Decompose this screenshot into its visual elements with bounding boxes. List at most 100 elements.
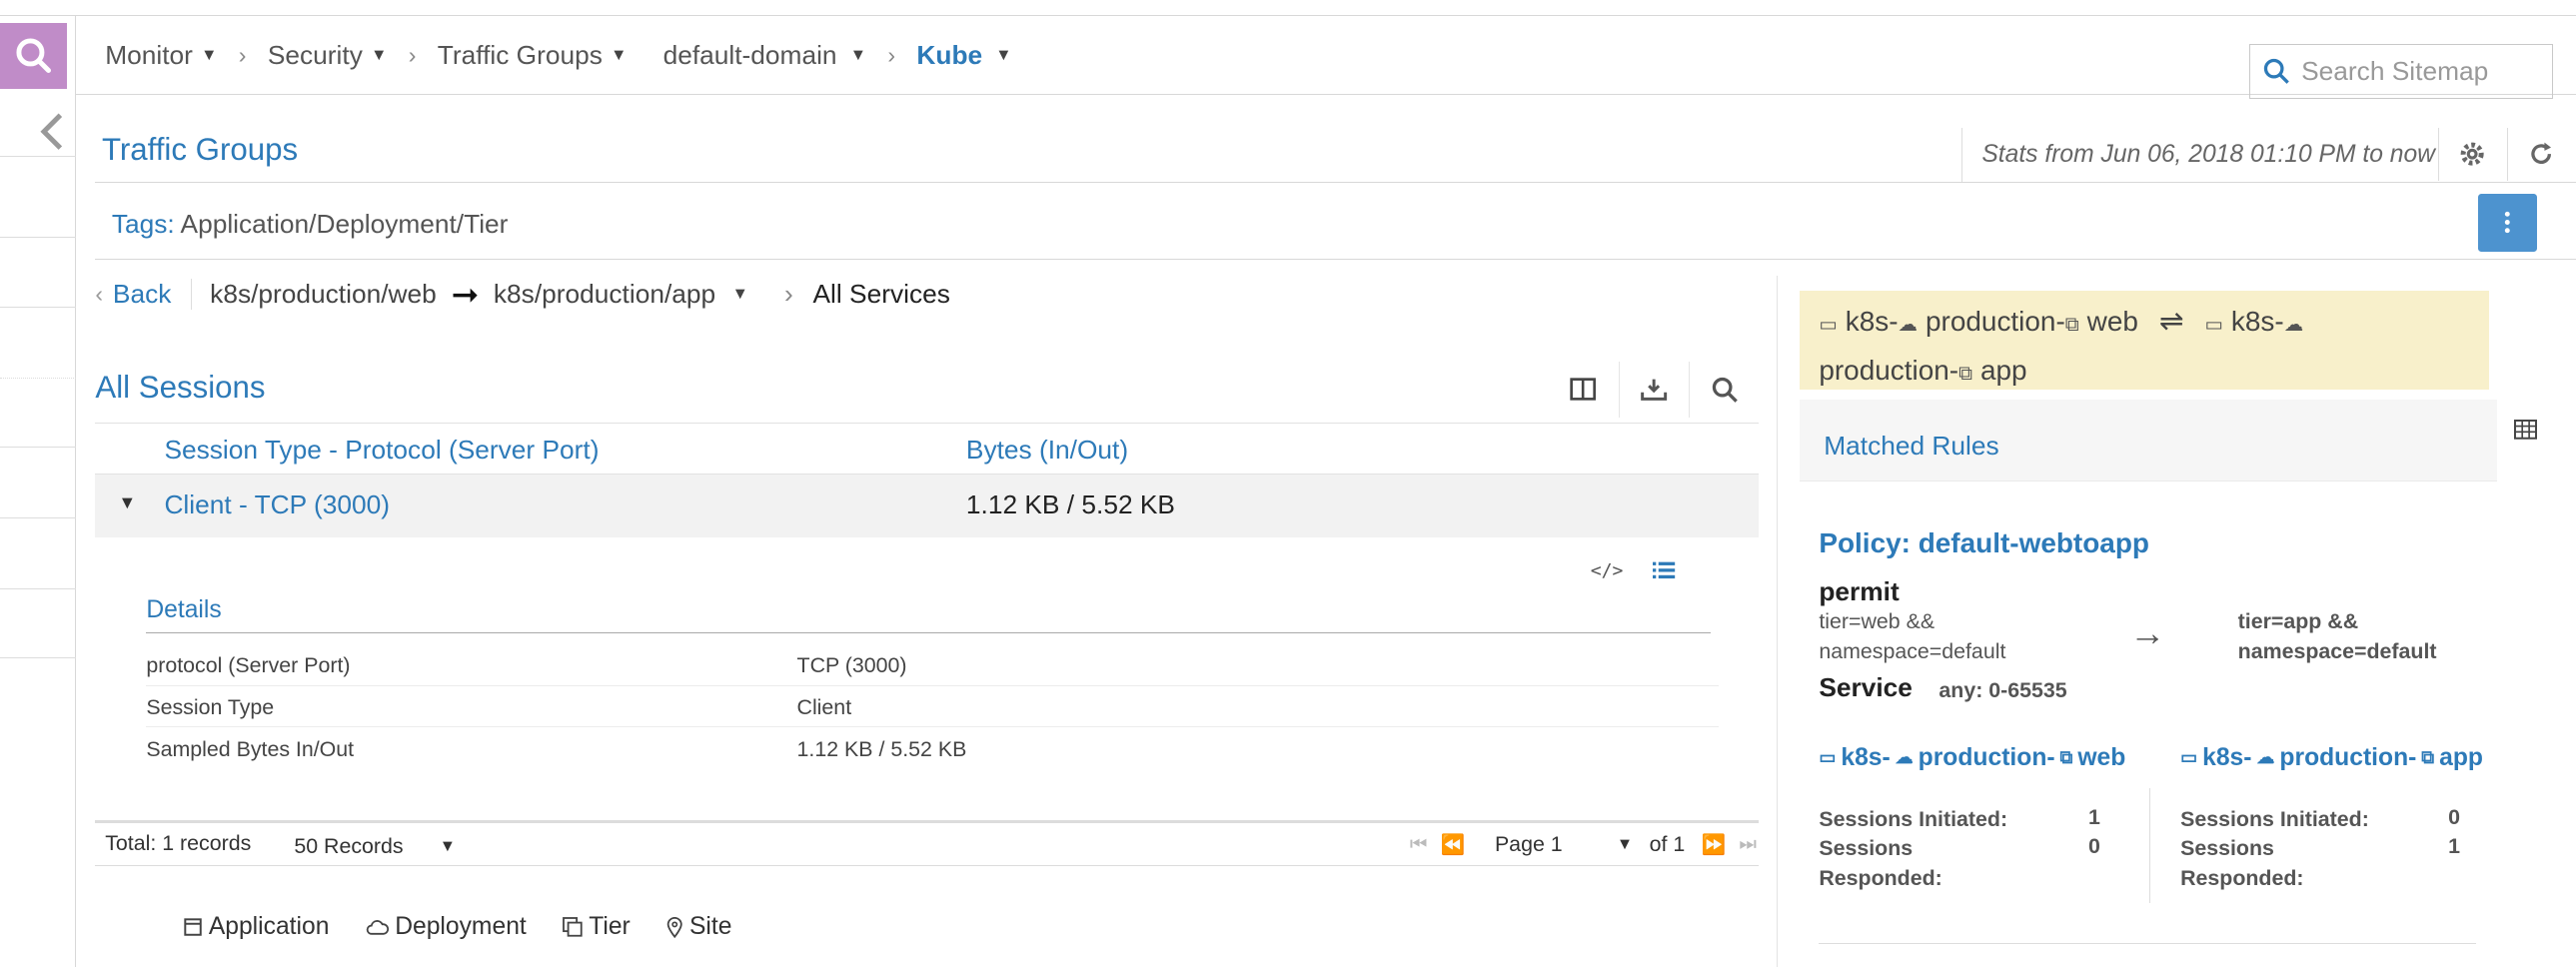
- first-page-icon[interactable]: ⏮: [1410, 833, 1428, 856]
- dest-condition: tier=app && namespace=default: [2238, 607, 2437, 666]
- tier-icon: ⧉: [2421, 747, 2435, 768]
- caret-down-icon[interactable]: ▼: [732, 285, 748, 304]
- sidebar-divider: [0, 236, 76, 238]
- detail-value: 1.12 KB / 5.52 KB: [796, 737, 967, 762]
- condition-line: tier=web &&: [1819, 609, 1935, 634]
- table-search-button[interactable]: [1689, 361, 1760, 418]
- breadcrumb-label: Monitor: [105, 39, 193, 70]
- legend-application: Application: [184, 913, 329, 941]
- last-page-icon[interactable]: ⏭: [1739, 833, 1757, 856]
- refresh-button[interactable]: [2507, 128, 2573, 181]
- arrow-right-icon: →: [2129, 612, 2166, 654]
- more-options-button[interactable]: [2477, 194, 2537, 252]
- detail-value: Client: [796, 694, 852, 719]
- endpoint-label: web: [2077, 743, 2126, 771]
- application-icon: [184, 918, 202, 936]
- prev-page-icon[interactable]: ⏪: [1441, 833, 1466, 857]
- breadcrumb-default-domain[interactable]: default-domain ▼: [663, 40, 866, 71]
- detail-row: protocol (Server Port) TCP (3000): [146, 645, 1720, 687]
- service-value: any: 0-65535: [1938, 678, 2067, 703]
- column-header-bytes[interactable]: Bytes (In/Out): [966, 435, 1128, 466]
- breadcrumb: Monitor ▼ › Security ▼ › Traffic Groups ▼ d…: [75, 16, 2576, 99]
- sidebar-divider: [0, 447, 76, 448]
- cloud-icon: ☁: [1895, 747, 1914, 768]
- legend-label: Tier: [589, 913, 631, 941]
- records-per-page-select[interactable]: 50 Records ▼: [294, 834, 456, 859]
- detail-row: Sampled Bytes In/Out 1.12 KB / 5.52 KB: [146, 729, 1719, 770]
- code-view-button[interactable]: </>: [1591, 560, 1624, 581]
- caret-down-icon: ▼: [849, 45, 866, 64]
- legend-label: Deployment: [395, 913, 527, 941]
- columns-icon: [1570, 378, 1597, 401]
- back-link[interactable]: ‹ Back: [95, 278, 193, 310]
- chevron-left-icon: ‹: [95, 280, 104, 307]
- label-line: Sessions: [1819, 836, 1914, 861]
- tags: Tags: Application/Deployment/Tier: [112, 209, 509, 240]
- endpoint-label: k8s-: [2202, 743, 2252, 771]
- list-view-icon[interactable]: [1653, 560, 1676, 580]
- download-button[interactable]: [1618, 361, 1690, 418]
- app-root: Monitor ▼ › Security ▼ › Traffic Groups ▼ d…: [0, 0, 2576, 967]
- breadcrumb-monitor[interactable]: Monitor ▼: [105, 40, 217, 71]
- tags-bar: Tags: Application/Deployment/Tier: [95, 184, 2576, 260]
- endpoint-label: app: [2439, 743, 2483, 771]
- condition-line: namespace=default: [1819, 639, 2006, 664]
- sidebar-divider: [0, 307, 76, 309]
- endpoint-web[interactable]: ▭ k8s- ☁ production- ⧉ web: [1819, 744, 2125, 772]
- stats-range[interactable]: Stats from Jun 06, 2018 01:10 PM to now: [1960, 128, 2435, 183]
- columns-button[interactable]: [1548, 362, 1619, 418]
- path-dest[interactable]: k8s/production/app: [494, 279, 715, 310]
- session-name[interactable]: Client - TCP (3000): [164, 489, 390, 520]
- breadcrumb-label: Traffic Groups: [437, 39, 603, 70]
- breadcrumb-kube[interactable]: Kube ▼: [916, 40, 1011, 71]
- legend-label: Site: [688, 913, 732, 941]
- sessions-toolbar: [1548, 361, 1760, 418]
- next-page-icon[interactable]: ⏩: [1702, 833, 1727, 857]
- conn-a-mid: production-: [1926, 306, 2065, 338]
- sessions-initiated-label: Sessions Initiated:: [2180, 806, 2369, 831]
- detail-key: Session Type: [146, 694, 275, 719]
- conn-b-prefix: k8s-: [2230, 306, 2284, 338]
- page-select[interactable]: Page 1: [1495, 832, 1563, 857]
- search-icon: [2264, 59, 2290, 85]
- gear-icon: [2460, 143, 2484, 167]
- total-records: Total: 1 records: [105, 830, 252, 855]
- breadcrumb-security[interactable]: Security ▼: [268, 40, 388, 71]
- tier-icon: [563, 917, 583, 938]
- refresh-icon: [2530, 143, 2551, 165]
- sitemap-search-input[interactable]: [2301, 56, 2532, 88]
- chevron-right-icon: ›: [784, 278, 793, 309]
- kebab-icon: [2504, 212, 2510, 234]
- bidirectional-arrow-icon: ⇌: [2158, 305, 2184, 339]
- policy-name[interactable]: Policy: default-webtoapp: [1819, 527, 2149, 559]
- sessions-initiated-label: Sessions Initiated:: [1819, 806, 2008, 831]
- caret-down-icon: ▼: [995, 45, 1012, 64]
- cloud-icon: ☁: [1898, 314, 1919, 337]
- matched-rules-header: Matched Rules: [1799, 399, 2498, 482]
- connection-header: ▭ k8s-☁ production-⧉ web ⇌ ▭ k8s-☁ produ…: [1799, 291, 2490, 390]
- page-header: Traffic Groups Stats from Jun 06, 2018 0…: [95, 115, 2576, 183]
- collapse-sidebar-icon[interactable]: [39, 112, 65, 158]
- breadcrumb-traffic-groups[interactable]: Traffic Groups ▼: [438, 40, 628, 71]
- page-count: of 1: [1649, 832, 1686, 857]
- settings-button[interactable]: [2438, 128, 2504, 181]
- caret-down-icon[interactable]: ▼: [1617, 835, 1633, 854]
- sessions-responded-label: Sessions Responded:: [2180, 834, 2303, 893]
- tier-icon: ⧉: [2064, 314, 2079, 337]
- panel-bottom-divider: [1819, 942, 2477, 944]
- global-search-button[interactable]: [0, 23, 68, 89]
- label-line: Sessions: [2180, 836, 2274, 861]
- expand-toggle-icon[interactable]: ▼: [118, 492, 136, 513]
- detail-row: Session Type Client: [146, 686, 1720, 728]
- legend-site: Site: [666, 913, 732, 941]
- table-view-button[interactable]: [2513, 416, 2537, 447]
- search-icon: [1712, 377, 1738, 403]
- endpoint-app[interactable]: ▭ k8s- ☁ production- ⧉ app: [2180, 744, 2483, 772]
- sidebar-divider: [0, 516, 76, 518]
- path-source[interactable]: k8s/production/web: [210, 279, 437, 310]
- column-header-session-type[interactable]: Session Type - Protocol (Server Port): [164, 435, 599, 466]
- table-row[interactable]: ▼ Client - TCP (3000) 1.12 KB / 5.52 KB: [95, 475, 1759, 537]
- session-bytes: 1.12 KB / 5.52 KB: [965, 489, 1175, 520]
- conn-b-mid: production-: [1819, 355, 1959, 387]
- cloud-icon: [366, 920, 389, 935]
